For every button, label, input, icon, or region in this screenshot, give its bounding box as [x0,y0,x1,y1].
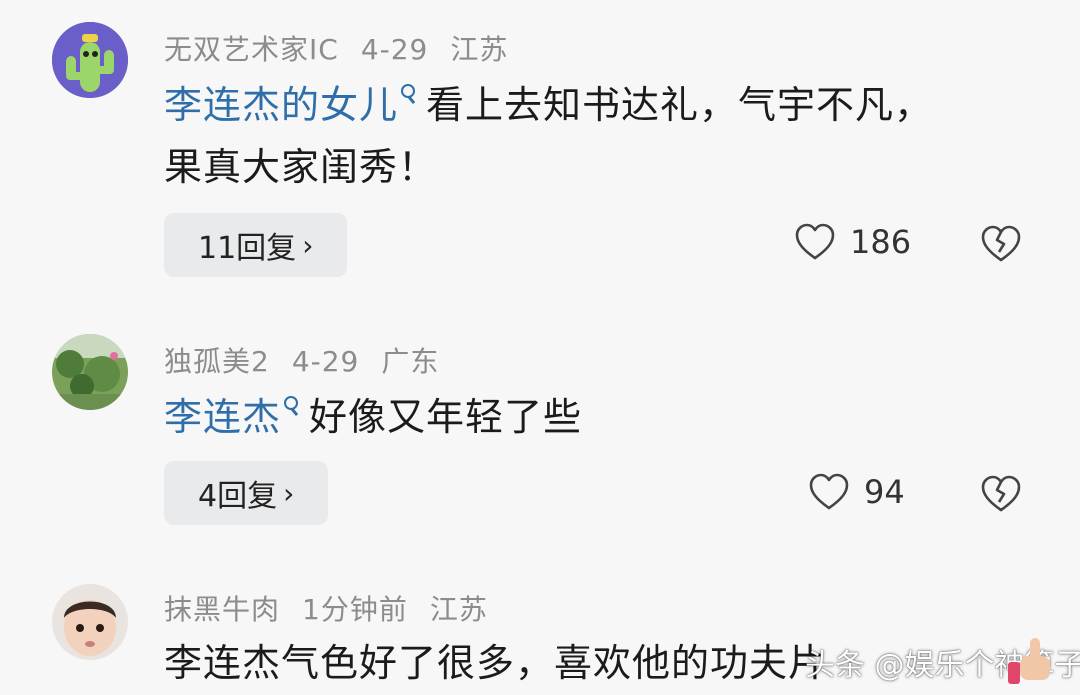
cactus-icon [52,22,128,98]
child-photo-icon [52,584,128,660]
replies-label: 4回复 [198,479,278,514]
avatar-child[interactable] [52,584,128,660]
replies-button[interactable]: 4回复 › [164,461,329,525]
comment-text: 李连杰 好像又年轻了些 [164,386,582,448]
comment-meta: 独孤美2 4-29 广东 [164,340,461,380]
dislike-button[interactable] [980,224,1022,264]
chevron-right-icon: › [283,476,295,510]
comment-meta: 抹黑牛肉 1分钟前 江苏 [164,588,510,628]
comment-text-line2: 果真大家闺秀！ [164,145,438,189]
replies-button[interactable]: 11回复 › [164,213,348,277]
heart-outline-icon [794,222,836,262]
comment-location: 江苏 [450,33,509,66]
like-button[interactable]: 186 [794,222,911,262]
like-button[interactable]: 94 [808,472,905,512]
dislike-button[interactable] [980,474,1022,514]
replies-label: 11回复 [198,231,297,266]
chevron-right-icon: › [302,228,314,262]
search-icon[interactable] [281,396,299,422]
username[interactable]: 无双艺术家IC [164,33,339,66]
like-count: 94 [864,473,905,511]
comment-date: 4-29 [291,345,360,378]
avatar-garden[interactable] [52,334,128,410]
comment-text: 李连杰气色好了很多，喜欢他的功夫片 [164,632,827,694]
comment-date: 1分钟前 [302,593,408,626]
mention-link[interactable]: 李连杰 [164,395,281,439]
avatar-cactus[interactable] [52,22,128,98]
garden-photo-icon [52,334,128,410]
comment-text-line1: 看上去知书达礼，气宇不凡， [426,83,934,127]
broken-heart-icon [980,474,1022,514]
comment-location: 江苏 [429,593,488,626]
thumbs-up-emoji-icon [1000,632,1058,690]
heart-outline-icon [808,472,850,512]
comment-date: 4-29 [360,33,429,66]
search-icon[interactable] [398,84,416,110]
username[interactable]: 独孤美2 [164,345,270,378]
comment-text-line1: 李连杰气色好了很多，喜欢他的功夫片 [164,641,828,685]
username[interactable]: 抹黑牛肉 [164,593,280,626]
comment-text-line1: 好像又年轻了些 [309,395,583,439]
comment-text: 李连杰的女儿 看上去知书达礼，气宇不凡， 果真大家闺秀！ [164,74,933,198]
comment-meta: 无双艺术家IC 4-29 江苏 [164,28,530,68]
like-count: 186 [850,223,912,261]
comment-location: 广东 [381,345,440,378]
broken-heart-icon [980,224,1022,264]
mention-link[interactable]: 李连杰的女儿 [164,83,398,127]
